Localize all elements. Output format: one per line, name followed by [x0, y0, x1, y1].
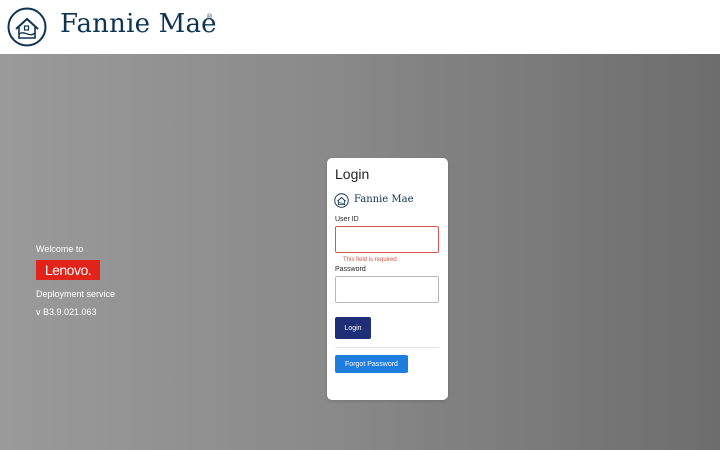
login-card: Login Fannie Mae User ID This field is r…: [327, 158, 448, 400]
login-button[interactable]: Login: [335, 317, 371, 339]
registered-mark: ®: [207, 14, 213, 21]
brand-name: Fannie Mae: [60, 9, 217, 39]
welcome-text: Welcome to: [36, 244, 84, 254]
house-in-circle-icon: [7, 7, 47, 47]
userid-label: User ID: [335, 216, 359, 223]
service-name: Deployment service: [36, 289, 116, 299]
forgot-password-button[interactable]: Forgot Password: [335, 355, 408, 373]
main-background: Welcome to Lenovo. Deployment service v …: [0, 54, 720, 450]
card-divider: [335, 347, 439, 348]
password-input[interactable]: [335, 276, 439, 303]
login-brand-name: Fannie Mae: [354, 194, 414, 205]
version-label: v B3.9.021.063: [36, 307, 97, 317]
top-header: Fannie Mae ®: [0, 0, 720, 54]
house-in-circle-icon: [334, 193, 349, 208]
login-title: Login: [335, 166, 370, 182]
password-label: Password: [335, 266, 366, 273]
userid-error-message: This field is required: [343, 257, 397, 263]
lenovo-logo: Lenovo.: [36, 260, 100, 280]
userid-input[interactable]: [335, 226, 439, 253]
